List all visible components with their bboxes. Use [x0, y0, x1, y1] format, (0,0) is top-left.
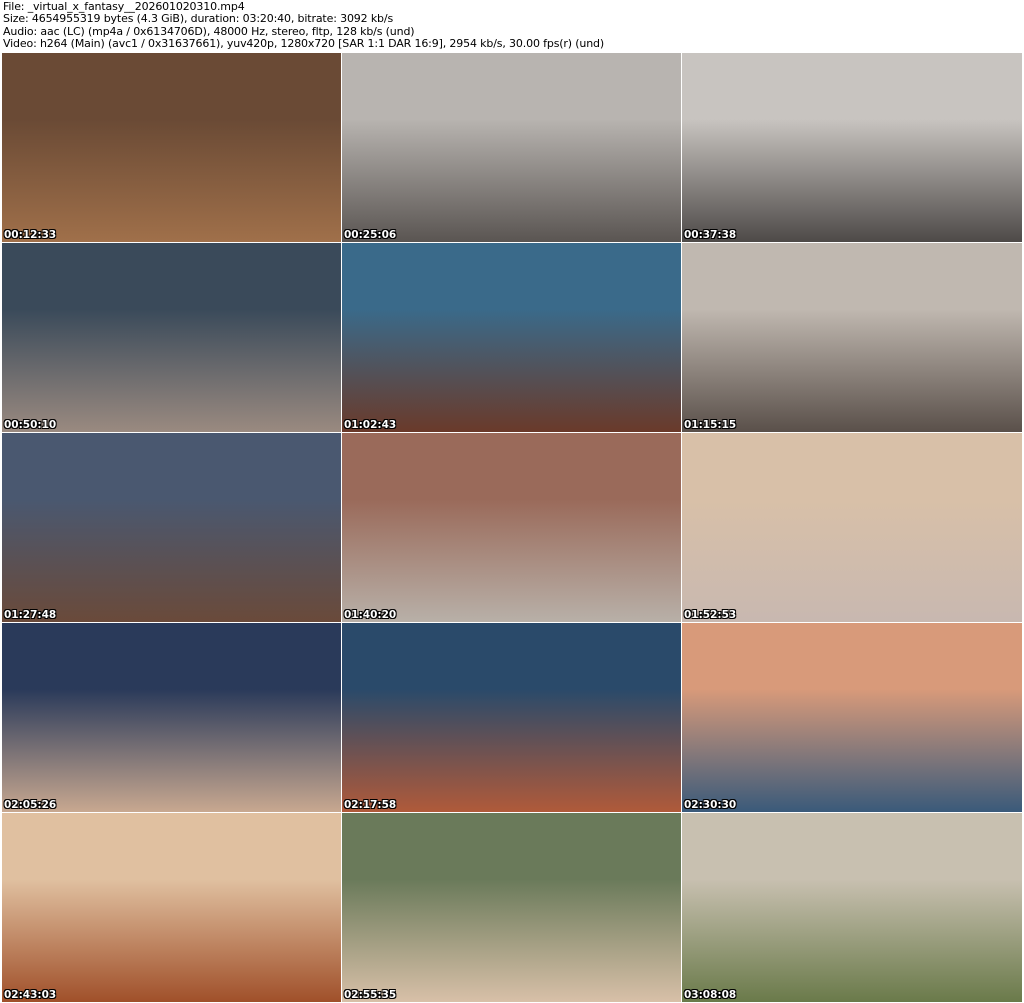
video-thumbnail: 00:25:06 [342, 53, 681, 242]
video-thumbnail: 01:15:15 [682, 243, 1022, 432]
thumbnail-timestamp: 01:40:20 [344, 609, 397, 621]
video-thumbnail: 02:43:03 [2, 813, 341, 1002]
thumbnail-timestamp: 01:27:48 [4, 609, 57, 621]
thumbnail-timestamp: 00:37:38 [684, 229, 737, 241]
thumbnail-timestamp: 00:50:10 [4, 419, 57, 431]
file-info-header: File: _virtual_x_fantasy__202601020310.m… [3, 0, 605, 50]
file-size-duration: Size: 4654955319 bytes (4.3 GiB), durati… [3, 12, 394, 26]
video-thumbnail: 02:30:30 [682, 623, 1022, 812]
thumbnail-timestamp: 02:55:35 [344, 989, 397, 1001]
video-thumbnail: 00:37:38 [682, 53, 1022, 242]
video-thumbnail: 02:55:35 [342, 813, 681, 1002]
thumbnail-timestamp: 01:02:43 [344, 419, 397, 431]
video-thumbnail: 01:02:43 [342, 243, 681, 432]
thumbnail-timestamp: 03:08:08 [684, 989, 737, 1001]
thumbnail-timestamp: 00:12:33 [4, 229, 57, 241]
video-thumbnail: 01:27:48 [2, 433, 341, 622]
video-thumbnail: 03:08:08 [682, 813, 1022, 1002]
thumbnail-timestamp: 01:15:15 [684, 419, 737, 431]
thumbnail-timestamp: 02:30:30 [684, 799, 737, 811]
thumbnail-grid: 00:12:33 00:25:06 00:37:38 00:50:10 01:02:43… [2, 53, 1022, 1002]
thumbnail-timestamp: 02:05:26 [4, 799, 57, 811]
thumbnail-timestamp: 02:43:03 [4, 989, 57, 1001]
video-info: Video: h264 (Main) (avc1 / 0x31637661), … [3, 36, 605, 50]
thumbnail-timestamp: 01:52:53 [684, 609, 737, 621]
video-thumbnail: 01:52:53 [682, 433, 1022, 622]
video-thumbnail: 01:40:20 [342, 433, 681, 622]
thumbnail-timestamp: 02:17:58 [344, 799, 397, 811]
video-thumbnail: 00:50:10 [2, 243, 341, 432]
thumbnail-timestamp: 00:25:06 [344, 229, 397, 241]
video-thumbnail: 02:17:58 [342, 623, 681, 812]
video-thumbnail: 00:12:33 [2, 53, 341, 242]
video-thumbnail: 02:05:26 [2, 623, 341, 812]
